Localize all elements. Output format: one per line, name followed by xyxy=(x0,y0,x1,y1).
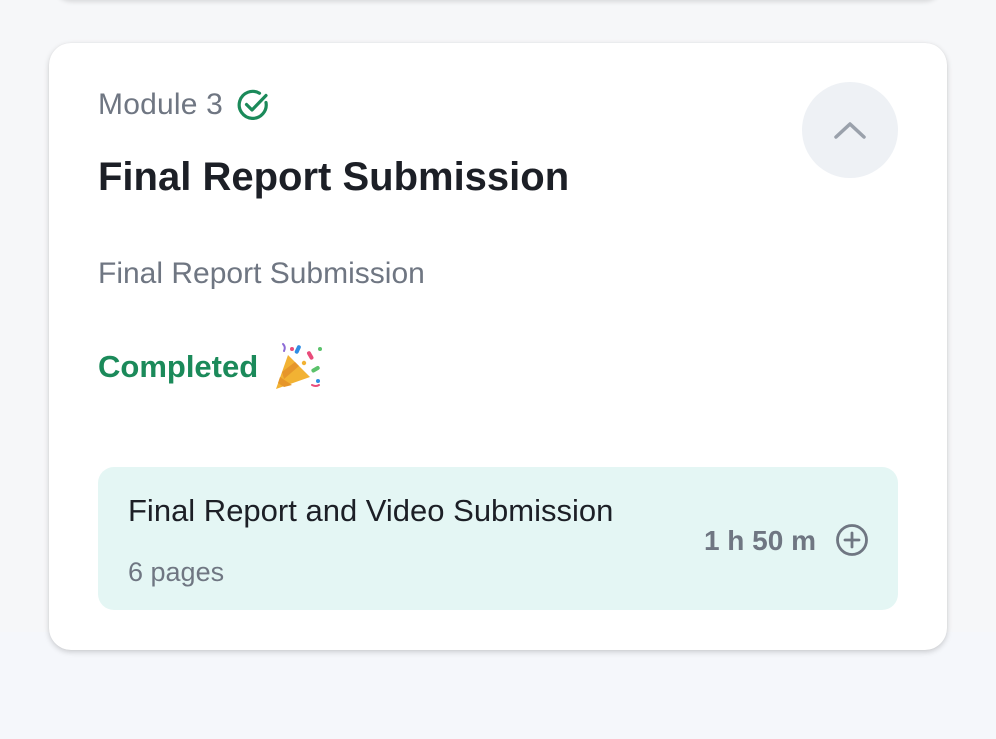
module-card: Module 3 Final Report Submission Final R… xyxy=(49,43,947,650)
module-header: Module 3 xyxy=(98,87,271,123)
status-label: Completed xyxy=(98,349,259,384)
completion-status: Completed xyxy=(98,341,326,393)
plus-circle-icon[interactable] xyxy=(834,522,870,558)
chevron-up-icon xyxy=(834,122,866,139)
check-circle-icon xyxy=(235,87,271,123)
lesson-title: Final Report and Video Submission xyxy=(128,493,614,528)
lesson-page-count: 6 pages xyxy=(128,557,225,587)
module-description: Final Report Submission xyxy=(98,257,425,290)
lesson-duration: 1 h 50 m xyxy=(703,525,816,556)
lesson-item[interactable]: Final Report and Video Submission 6 page… xyxy=(98,467,898,610)
party-popper-icon xyxy=(270,341,326,393)
module-title: Final Report Submission xyxy=(98,155,570,199)
collapse-button[interactable] xyxy=(802,82,898,178)
module-number-label: Module 3 xyxy=(98,88,224,121)
